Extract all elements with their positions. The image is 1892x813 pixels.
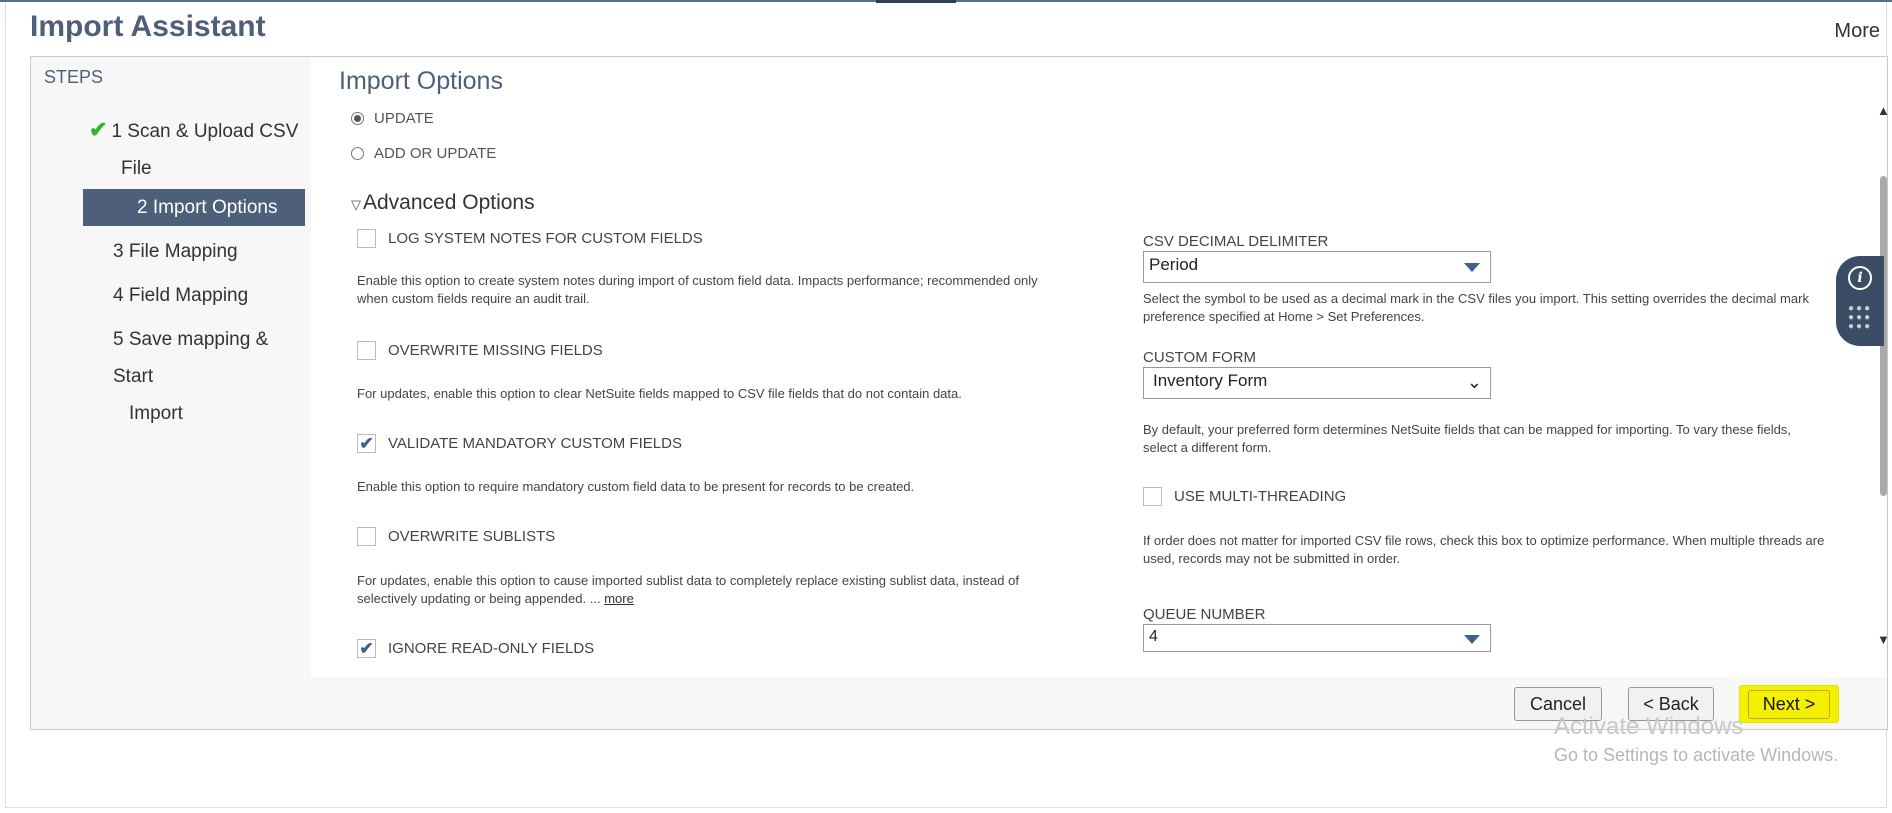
help-line: By default, your preferred form determin… xyxy=(1143,422,1791,437)
option-label: LOG SYSTEM NOTES FOR CUSTOM FIELDS xyxy=(388,230,703,247)
step-label: 5 Save mapping & Start xyxy=(113,329,269,387)
option-ignore-read-only[interactable]: ✔ IGNORE READ-ONLY FIELDS xyxy=(357,639,594,658)
option-label: OVERWRITE SUBLISTS xyxy=(388,528,556,545)
help-log-system-notes: Enable this option to create system note… xyxy=(357,272,1038,308)
help-line: Enable this option to create system note… xyxy=(357,273,1038,288)
option-validate-mandatory[interactable]: ✔ VALIDATE MANDATORY CUSTOM FIELDS xyxy=(357,434,682,453)
import-assistant-panel: STEPS ✔ 1 Scan & Upload CSV File 2 Import… xyxy=(30,56,1888,730)
queue-number-label: QUEUE NUMBER xyxy=(1143,606,1266,623)
step-label-line2: File xyxy=(121,158,152,179)
checkbox[interactable]: ✔ xyxy=(357,639,376,658)
step-save-mapping[interactable]: 5 Save mapping & Start Import xyxy=(113,321,309,432)
dropdown-arrow-icon xyxy=(1464,263,1480,272)
grid-dots-icon[interactable]: ●●● ●●● ●●● xyxy=(1848,304,1874,332)
help-text: selectively updating or being appended. … xyxy=(357,591,601,606)
custom-form-label: CUSTOM FORM xyxy=(1143,349,1257,366)
help-line: For updates, enable this option to cause… xyxy=(357,573,1019,588)
step-label-line2: Import xyxy=(129,403,183,424)
step-import-options[interactable]: 2 Import Options xyxy=(83,189,305,226)
options-content: Import Options UPDATE ADD OR UPDATE ▽Adv… xyxy=(311,57,1887,677)
chevron-down-icon: ⌄ xyxy=(1466,372,1482,392)
radio-label: UPDATE xyxy=(374,110,434,127)
next-button-label: Next > xyxy=(1747,689,1831,719)
step-field-mapping[interactable]: 4 Field Mapping xyxy=(113,277,248,314)
radio-label: ADD OR UPDATE xyxy=(374,145,497,162)
next-button[interactable]: Next > xyxy=(1739,685,1839,723)
queue-number-select[interactable]: 4 xyxy=(1143,624,1491,652)
scroll-down-arrow-icon[interactable]: ▼ xyxy=(1877,632,1887,647)
csv-decimal-label: CSV DECIMAL DELIMITER xyxy=(1143,233,1329,250)
checkbox[interactable]: ✔ xyxy=(357,434,376,453)
advanced-options-toggle[interactable]: ▽Advanced Options xyxy=(351,191,535,215)
radio-add-or-update[interactable]: ADD OR UPDATE xyxy=(351,145,496,162)
option-label: IGNORE READ-ONLY FIELDS xyxy=(388,640,595,657)
checkbox[interactable] xyxy=(357,527,376,546)
help-overwrite-sublists: For updates, enable this option to cause… xyxy=(357,572,1019,608)
check-icon: ✔ xyxy=(89,117,108,142)
option-label: USE MULTI-THREADING xyxy=(1174,488,1347,505)
help-multi-threading: If order does not matter for imported CS… xyxy=(1143,532,1824,568)
steps-header: STEPS xyxy=(44,67,104,87)
more-link-sublists[interactable]: more xyxy=(604,591,634,606)
triangle-down-icon: ▽ xyxy=(351,197,361,212)
help-line: Select the symbol to be used as a decima… xyxy=(1143,291,1809,306)
option-label: VALIDATE MANDATORY CUSTOM FIELDS xyxy=(388,435,682,452)
select-value: Inventory Form xyxy=(1153,371,1268,390)
windows-activation-subtitle: Go to Settings to activate Windows. xyxy=(1554,745,1839,765)
help-line: select a different form. xyxy=(1143,440,1272,455)
help-line: preference specified at Home > Set Prefe… xyxy=(1143,309,1425,324)
help-custom-form: By default, your preferred form determin… xyxy=(1143,421,1791,457)
option-log-system-notes[interactable]: LOG SYSTEM NOTES FOR CUSTOM FIELDS xyxy=(357,229,703,248)
radio-button[interactable] xyxy=(351,147,364,160)
radio-update[interactable]: UPDATE xyxy=(351,110,434,127)
more-link[interactable]: More xyxy=(1834,20,1880,43)
help-line: used, records may not be submitted in or… xyxy=(1143,551,1401,566)
help-validate-mandatory: Enable this option to require mandatory … xyxy=(357,479,915,494)
csv-decimal-select[interactable]: Period xyxy=(1143,251,1491,283)
checkbox[interactable] xyxy=(1143,487,1162,506)
help-line-2: selectively updating or being appended. … xyxy=(357,590,1019,608)
step-scan-upload[interactable]: ✔ 1 Scan & Upload CSV File xyxy=(89,111,304,187)
import-options-title: Import Options xyxy=(339,67,503,95)
step-file-mapping[interactable]: 3 File Mapping xyxy=(113,233,238,270)
radio-button[interactable] xyxy=(351,112,364,125)
select-value: Period xyxy=(1149,255,1199,274)
advanced-options-title: Advanced Options xyxy=(363,191,535,214)
custom-form-select[interactable]: Inventory Form ⌄ xyxy=(1143,367,1491,399)
option-overwrite-missing-fields[interactable]: OVERWRITE MISSING FIELDS xyxy=(357,341,603,360)
page-title: Import Assistant xyxy=(30,10,266,43)
option-overwrite-sublists[interactable]: OVERWRITE SUBLISTS xyxy=(357,527,555,546)
checkbox[interactable] xyxy=(357,341,376,360)
option-label: OVERWRITE MISSING FIELDS xyxy=(388,342,603,359)
step-label: 1 Scan & Upload CSV xyxy=(111,121,299,142)
option-multi-threading[interactable]: USE MULTI-THREADING xyxy=(1143,487,1346,506)
windows-activation-title: Activate Windows xyxy=(1554,713,1744,740)
dropdown-arrow-icon xyxy=(1464,635,1480,644)
info-icon[interactable]: i xyxy=(1848,266,1872,290)
help-widget[interactable]: i ●●● ●●● ●●● xyxy=(1836,256,1884,346)
help-line: If order does not matter for imported CS… xyxy=(1143,533,1825,548)
steps-sidebar: STEPS ✔ 1 Scan & Upload CSV File 2 Import… xyxy=(31,57,309,729)
select-value: 4 xyxy=(1149,628,1158,645)
help-csv-decimal: Select the symbol to be used as a decima… xyxy=(1143,290,1809,326)
help-overwrite-missing-fields: For updates, enable this option to clear… xyxy=(357,386,962,401)
checkbox[interactable] xyxy=(357,229,376,248)
help-line: when custom fields require an audit trai… xyxy=(357,291,590,306)
